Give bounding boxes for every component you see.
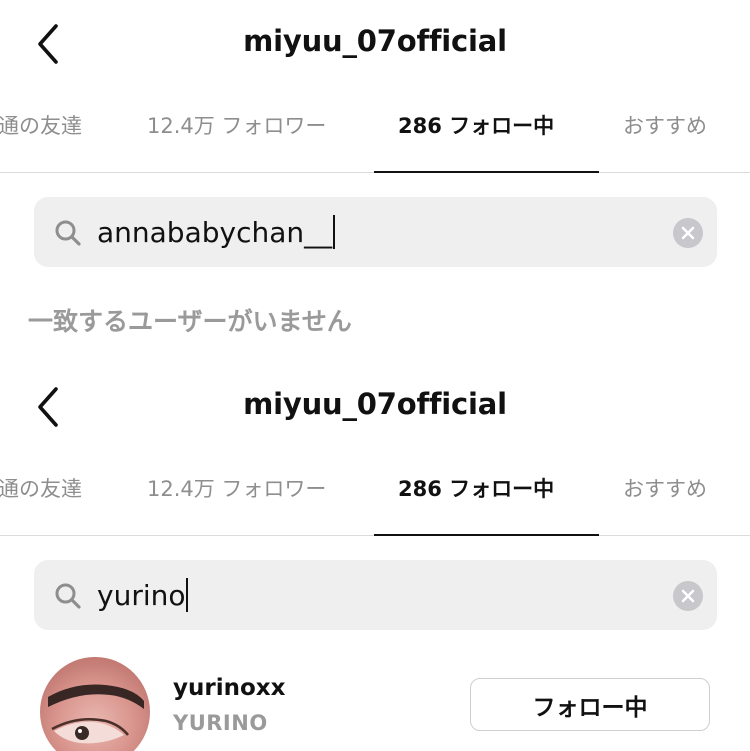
active-tab-indicator: [374, 534, 599, 536]
tab-bar: 通の友達 12.4万 フォロワー 286 フォロー中 おすすめ: [0, 90, 750, 173]
tab-following[interactable]: 286 フォロー中: [398, 473, 554, 503]
top-bar: miyuu_07official: [0, 363, 750, 453]
tab-mutual-friends[interactable]: 通の友達: [0, 110, 82, 140]
following-button[interactable]: フォロー中: [470, 678, 710, 731]
page-title: miyuu_07official: [243, 24, 507, 58]
search-input-value: yurino: [97, 578, 186, 612]
user-result-row[interactable]: yurinoxx YURINO フォロー中: [0, 649, 750, 751]
search-field[interactable]: annababychan__: [34, 197, 717, 267]
clear-icon: [681, 226, 695, 240]
tab-followers[interactable]: 12.4万 フォロワー: [147, 110, 326, 140]
result-full-name: YURINO: [173, 711, 268, 735]
clear-search-button[interactable]: [673, 581, 703, 611]
search-input-value: annababychan__: [97, 215, 333, 249]
search-icon: [55, 220, 81, 246]
search-input[interactable]: annababychan__: [97, 213, 336, 251]
clear-icon: [681, 589, 695, 603]
search-icon: [55, 583, 81, 609]
screenshot: miyuu_07official 通の友達 12.4万 フォロワー 286 フォ…: [0, 0, 750, 751]
text-caret: [186, 578, 189, 612]
search-input[interactable]: yurino: [97, 576, 189, 614]
no-results-message: 一致するユーザーがいません: [28, 307, 352, 336]
tab-mutual-friends[interactable]: 通の友達: [0, 473, 82, 503]
active-tab-indicator: [374, 171, 599, 173]
tab-suggested[interactable]: おすすめ: [623, 110, 707, 140]
following-search-panel-2: miyuu_07official 通の友達 12.4万 フォロワー 286 フォ…: [0, 363, 750, 751]
page-title: miyuu_07official: [243, 387, 507, 421]
tab-followers[interactable]: 12.4万 フォロワー: [147, 473, 326, 503]
result-username[interactable]: yurinoxx: [173, 675, 285, 701]
tab-suggested[interactable]: おすすめ: [623, 473, 707, 503]
tab-following[interactable]: 286 フォロー中: [398, 110, 554, 140]
clear-search-button[interactable]: [673, 218, 703, 248]
search-field[interactable]: yurino: [34, 560, 717, 630]
following-search-panel-1: miyuu_07official 通の友達 12.4万 フォロワー 286 フォ…: [0, 0, 750, 363]
avatar[interactable]: [40, 657, 150, 751]
tab-bar: 通の友達 12.4万 フォロワー 286 フォロー中 おすすめ: [0, 453, 750, 536]
avatar-photo: [48, 684, 144, 744]
text-caret: [333, 215, 336, 249]
top-bar: miyuu_07official: [0, 0, 750, 90]
